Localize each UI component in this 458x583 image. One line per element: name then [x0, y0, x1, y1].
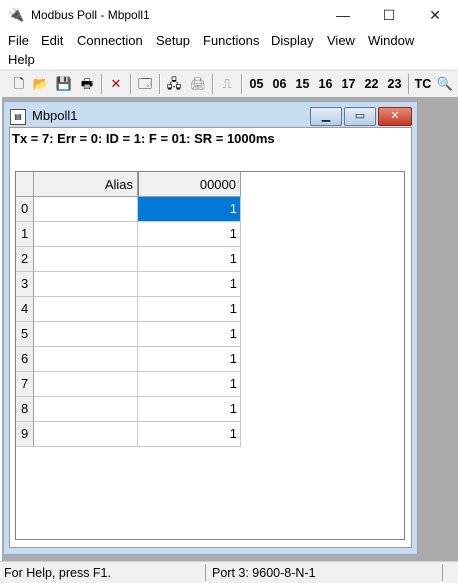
- menu-display[interactable]: Display: [271, 33, 314, 48]
- row-header[interactable]: 0: [16, 197, 34, 222]
- child-window: ▤ Mbpoll1 ▁ ▭ ✕ Tx = 7: Err = 0: ID = 1:…: [3, 101, 418, 555]
- row-header[interactable]: 3: [16, 272, 34, 297]
- fc15-button[interactable]: 15: [293, 74, 312, 94]
- child-client-area: Tx = 7: Err = 0: ID = 1: F = 01: SR = 10…: [9, 127, 412, 548]
- grid-corner[interactable]: [16, 172, 34, 197]
- alias-cell[interactable]: [34, 272, 138, 297]
- status-port-text: Port 3: 9600-8-N-1: [212, 566, 316, 580]
- value-cell[interactable]: 1: [138, 372, 241, 397]
- delete-icon[interactable]: ✕: [107, 74, 125, 94]
- save-icon[interactable]: 💾: [55, 74, 73, 94]
- fc06-button[interactable]: 06: [270, 74, 289, 94]
- column-header-address[interactable]: 00000: [138, 172, 241, 197]
- menu-window[interactable]: Window: [368, 33, 414, 48]
- child-close-button[interactable]: ✕: [378, 107, 412, 126]
- row-header[interactable]: 9: [16, 422, 34, 447]
- row-header[interactable]: 8: [16, 397, 34, 422]
- value-cell[interactable]: 1: [138, 197, 241, 222]
- value-cell[interactable]: 1: [138, 272, 241, 297]
- row-header[interactable]: 6: [16, 347, 34, 372]
- alias-cell[interactable]: [34, 297, 138, 322]
- fc22-button[interactable]: 22: [362, 74, 381, 94]
- new-icon[interactable]: 🗋: [10, 74, 28, 94]
- app-icon: 🔌: [8, 7, 25, 22]
- mdi-edge: [0, 97, 2, 561]
- title-bar: 🔌 Modbus Poll - Mbpoll1 — ☐ ✕: [0, 0, 458, 31]
- window-title: Modbus Poll - Mbpoll1: [31, 8, 150, 22]
- search-icon[interactable]: 🔍: [436, 74, 454, 94]
- value-cell[interactable]: 1: [138, 397, 241, 422]
- toolbar-separator: [408, 74, 410, 94]
- child-minimize-button[interactable]: ▁: [310, 107, 342, 126]
- child-window-title: Mbpoll1: [32, 108, 78, 123]
- close-button[interactable]: ✕: [412, 0, 458, 31]
- alias-cell[interactable]: [34, 372, 138, 397]
- alias-cell[interactable]: [34, 347, 138, 372]
- mdi-area: ▤ Mbpoll1 ▁ ▭ ✕ Tx = 7: Err = 0: ID = 1:…: [0, 97, 458, 561]
- row-header[interactable]: 2: [16, 247, 34, 272]
- data-grid[interactable]: Alias 00000 0 1 1 1 2 1 3 1 4 1 5 1 6 1 7 1 8 1 9 1: [15, 171, 405, 540]
- fc23-button[interactable]: 23: [385, 74, 404, 94]
- status-divider: [442, 564, 443, 581]
- menu-view[interactable]: View: [327, 33, 355, 48]
- menu-help[interactable]: Help: [8, 52, 35, 67]
- column-header-alias[interactable]: Alias: [34, 172, 138, 197]
- menu-setup[interactable]: Setup: [156, 33, 190, 48]
- value-cell[interactable]: 1: [138, 347, 241, 372]
- menu-functions[interactable]: Functions: [203, 33, 259, 48]
- menu-edit[interactable]: Edit: [41, 33, 63, 48]
- menu-file[interactable]: File: [8, 33, 29, 48]
- alias-cell[interactable]: [34, 247, 138, 272]
- alias-cell[interactable]: [34, 422, 138, 447]
- window-icon[interactable]: 🗔: [136, 74, 154, 94]
- fc05-button[interactable]: 05: [247, 74, 266, 94]
- value-cell[interactable]: 1: [138, 222, 241, 247]
- minimize-button[interactable]: —: [320, 0, 366, 31]
- toolbar-separator: [101, 74, 103, 94]
- alias-cell[interactable]: [34, 322, 138, 347]
- pulse-icon[interactable]: ⎍: [218, 74, 236, 94]
- disconnect-icon[interactable]: 🖨: [189, 74, 207, 94]
- value-cell[interactable]: 1: [138, 247, 241, 272]
- alias-cell[interactable]: [34, 397, 138, 422]
- value-cell[interactable]: 1: [138, 322, 241, 347]
- alias-cell[interactable]: [34, 222, 138, 247]
- print-icon[interactable]: 🖶: [78, 74, 96, 94]
- tc-button[interactable]: TC: [413, 74, 433, 94]
- toolbar-separator: [159, 74, 161, 94]
- row-header[interactable]: 4: [16, 297, 34, 322]
- row-header[interactable]: 5: [16, 322, 34, 347]
- open-icon[interactable]: 📂: [32, 74, 50, 94]
- fc17-button[interactable]: 17: [339, 74, 358, 94]
- row-header[interactable]: 1: [16, 222, 34, 247]
- toolbar-separator: [212, 74, 214, 94]
- alias-cell[interactable]: [34, 197, 138, 222]
- connect-icon[interactable]: 🖧: [165, 74, 183, 94]
- value-cell[interactable]: 1: [138, 422, 241, 447]
- menu-bar: File Edit Connection Setup Functions Dis…: [0, 31, 458, 69]
- child-restore-button[interactable]: ▭: [344, 107, 376, 126]
- status-divider: [205, 564, 206, 581]
- menu-connection[interactable]: Connection: [77, 33, 143, 48]
- toolbar-separator: [130, 74, 132, 94]
- maximize-button[interactable]: ☐: [366, 0, 412, 31]
- document-icon: ▤: [10, 109, 26, 125]
- toolbar: 🗋 📂 💾 🖶 ✕ 🗔 🖧 🖨 ⎍ 05 06 15 16 17 22 23 T…: [0, 70, 458, 98]
- row-header[interactable]: 7: [16, 372, 34, 397]
- value-cell[interactable]: 1: [138, 297, 241, 322]
- toolbar-separator: [241, 74, 243, 94]
- fc16-button[interactable]: 16: [316, 74, 335, 94]
- poll-status-line: Tx = 7: Err = 0: ID = 1: F = 01: SR = 10…: [12, 131, 275, 146]
- status-help-text: For Help, press F1.: [4, 566, 111, 580]
- status-bar: For Help, press F1. Port 3: 9600-8-N-1: [0, 561, 458, 583]
